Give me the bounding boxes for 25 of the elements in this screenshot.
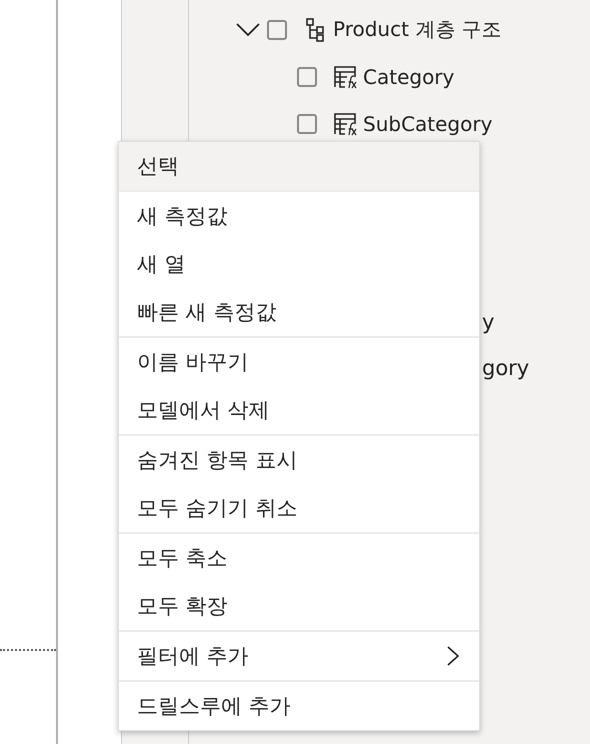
tree-item-label[interactable]: gory [482, 356, 530, 380]
tree-item-label[interactable]: SubCategory [363, 112, 492, 136]
tree-item-label[interactable]: Product 계층 구조 [333, 16, 502, 43]
menu-item[interactable]: 모두 숨기기 취소 [119, 484, 479, 532]
menu-item[interactable]: 모두 확장 [119, 582, 479, 630]
chevron-icon[interactable] [235, 22, 261, 38]
menu-item[interactable]: 숨겨진 항목 표시 [119, 436, 479, 484]
calculated-table-icon [333, 110, 359, 136]
tree-item-label[interactable]: Category [363, 64, 454, 88]
checkbox[interactable] [297, 114, 317, 134]
checkbox[interactable] [297, 66, 317, 86]
menu-item[interactable]: 빠른 새 측정값 [119, 288, 479, 336]
chevron-right-icon [445, 645, 461, 667]
menu-item[interactable]: 선택 [119, 142, 479, 190]
menu-item[interactable]: 새 측정값 [119, 192, 479, 240]
checkbox[interactable] [267, 20, 287, 40]
menu-item[interactable]: 모두 축소 [119, 534, 479, 582]
menu-item[interactable]: 드릴스루에 추가 [119, 682, 479, 730]
dotted-line [0, 649, 56, 651]
menu-item[interactable]: 이름 바꾸기 [119, 338, 479, 386]
menu-item[interactable]: 필터에 추가 [119, 632, 479, 680]
menu-item[interactable]: 새 열 [119, 240, 479, 288]
tree-item-label[interactable]: y [482, 310, 494, 334]
menu-item[interactable]: 모델에서 삭제 [119, 386, 479, 434]
calculated-table-icon [333, 64, 359, 90]
